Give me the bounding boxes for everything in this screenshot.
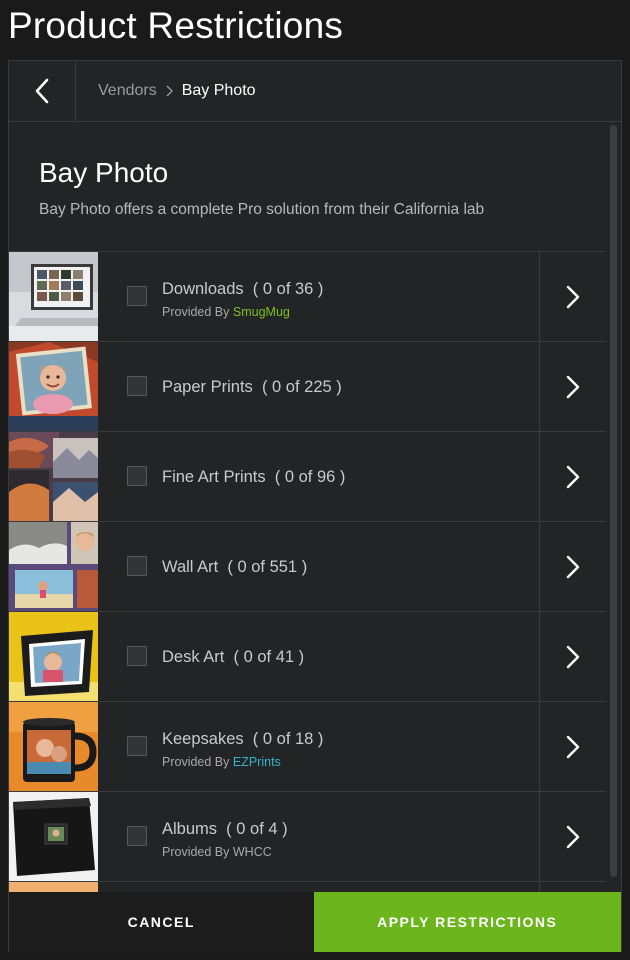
list-item: Downloads ( 0 of 36 ) Provided By SmugMu… xyxy=(9,252,606,342)
product-text: Keepsakes ( 0 of 18 ) Provided By EZPrin… xyxy=(162,730,323,769)
chevron-left-icon xyxy=(35,78,49,104)
product-thumbnail xyxy=(9,432,98,521)
product-thumbnail xyxy=(9,342,98,431)
breadcrumb-current: Bay Photo xyxy=(181,82,256,99)
chevron-right-small-icon xyxy=(166,85,173,97)
product-restrictions-panel: Vendors Bay Photo Bay Photo Bay Photo of… xyxy=(8,60,622,952)
provider-link[interactable]: SmugMug xyxy=(233,305,290,319)
chevron-right-icon xyxy=(566,375,580,398)
list-item: Paper Prints ( 0 of 225 ) xyxy=(9,342,606,432)
product-text: Albums ( 0 of 4 ) Provided By WHCC xyxy=(162,820,288,859)
product-checkbox[interactable] xyxy=(127,286,147,306)
chevron-right-icon xyxy=(566,555,580,578)
chevron-right-icon xyxy=(566,735,580,758)
list-item: Albums ( 0 of 4 ) Provided By WHCC xyxy=(9,792,606,882)
chevron-right-icon xyxy=(566,645,580,668)
product-text: Fine Art Prints ( 0 of 96 ) xyxy=(162,468,345,487)
product-text: Desk Art ( 0 of 41 ) xyxy=(162,648,304,667)
product-thumbnail xyxy=(9,702,98,791)
open-category-button[interactable] xyxy=(539,432,606,521)
vendor-name: Bay Photo xyxy=(39,157,169,188)
product-checkbox[interactable] xyxy=(127,826,147,846)
open-category-button[interactable] xyxy=(539,252,606,341)
vendor-description: Bay Photo offers a complete Pro solution… xyxy=(39,201,485,218)
list-item: Wall Art ( 0 of 551 ) xyxy=(9,522,606,612)
product-text: Wall Art ( 0 of 551 ) xyxy=(162,558,307,577)
chevron-right-icon xyxy=(566,465,580,488)
open-category-button[interactable] xyxy=(539,792,606,881)
vendor-header: Bay Photo Bay Photo offers a complete Pr… xyxy=(9,123,605,252)
back-button[interactable] xyxy=(9,61,76,121)
product-label: Fine Art Prints ( 0 of 96 ) xyxy=(162,468,346,486)
apply-restrictions-button[interactable]: APPLY RESTRICTIONS xyxy=(313,892,621,952)
chevron-right-icon xyxy=(566,825,580,848)
open-category-button[interactable] xyxy=(539,342,606,431)
provider-prefix: Provided By xyxy=(162,305,233,319)
breadcrumb-vendors-link[interactable]: Vendors xyxy=(98,82,157,100)
footer: CANCEL APPLY RESTRICTIONS xyxy=(9,892,621,952)
product-label: Paper Prints ( 0 of 225 ) xyxy=(162,378,342,396)
product-thumbnail xyxy=(9,792,98,881)
product-label: Desk Art ( 0 of 41 ) xyxy=(162,648,305,666)
open-category-button[interactable] xyxy=(539,702,606,791)
product-thumbnail xyxy=(9,522,98,611)
breadcrumb: Vendors Bay Photo xyxy=(76,82,256,100)
product-checkbox[interactable] xyxy=(127,556,147,576)
open-category-button[interactable] xyxy=(539,612,606,701)
chevron-right-icon xyxy=(566,285,580,308)
provider-link[interactable]: EZPrints xyxy=(233,755,281,769)
product-text: Paper Prints ( 0 of 225 ) xyxy=(162,378,342,397)
product-checkbox[interactable] xyxy=(127,646,147,666)
product-list: Downloads ( 0 of 36 ) Provided By SmugMu… xyxy=(9,252,606,896)
list-item: Keepsakes ( 0 of 18 ) Provided By EZPrin… xyxy=(9,702,606,792)
provider-text: Provided By SmugMug xyxy=(162,305,323,319)
page-title: Product Restrictions xyxy=(8,5,344,46)
scrollbar[interactable] xyxy=(610,125,617,877)
nav-bar: Vendors Bay Photo xyxy=(9,61,621,122)
cancel-button[interactable]: CANCEL xyxy=(9,892,314,952)
product-text: Downloads ( 0 of 36 ) Provided By SmugMu… xyxy=(162,280,323,319)
product-checkbox[interactable] xyxy=(127,376,147,396)
provider-text: Provided By EZPrints xyxy=(162,755,323,769)
product-checkbox[interactable] xyxy=(127,736,147,756)
product-label: Downloads ( 0 of 36 ) xyxy=(162,280,324,298)
product-thumbnail xyxy=(9,612,98,701)
product-label: Wall Art ( 0 of 551 ) xyxy=(162,558,308,576)
list-item: Desk Art ( 0 of 41 ) xyxy=(9,612,606,702)
product-thumbnail xyxy=(9,252,98,341)
product-label: Keepsakes ( 0 of 18 ) xyxy=(162,730,324,748)
open-category-button[interactable] xyxy=(539,522,606,611)
provider-prefix: Provided By xyxy=(162,755,233,769)
product-checkbox[interactable] xyxy=(127,466,147,486)
list-item: Fine Art Prints ( 0 of 96 ) xyxy=(9,432,606,522)
provider-text: Provided By WHCC xyxy=(162,845,272,859)
product-label: Albums ( 0 of 4 ) xyxy=(162,820,288,838)
